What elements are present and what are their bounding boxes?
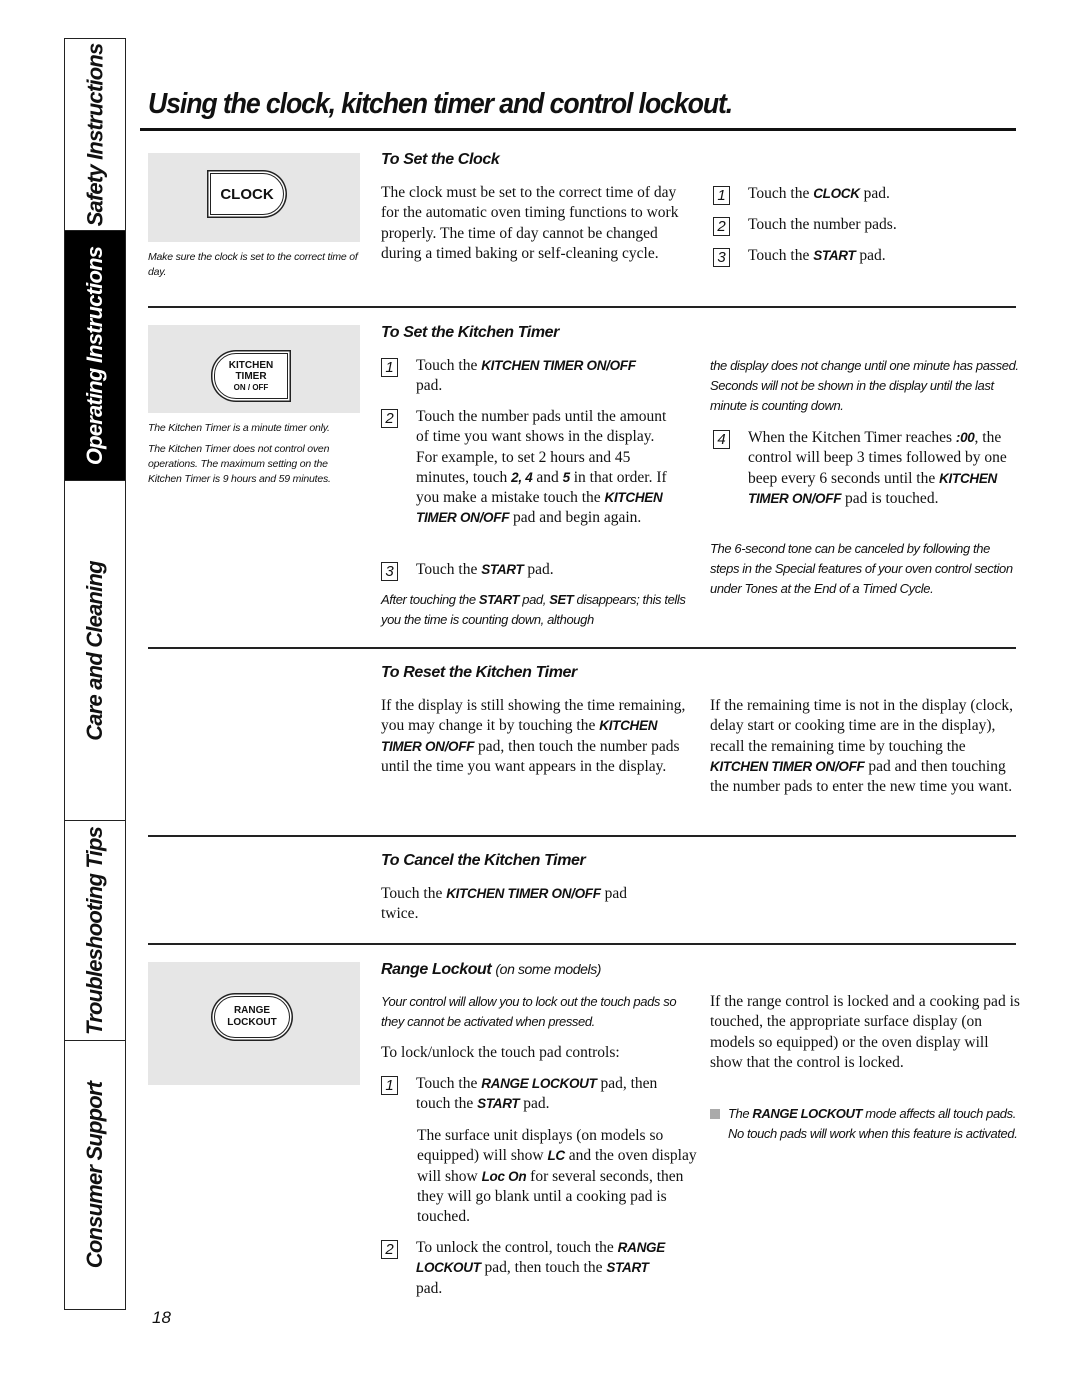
tab-care-and-cleaning[interactable]: Care and Cleaning [65,481,125,821]
step-number: 1 [381,358,398,377]
reset-timer-right: If the remaining time is not in the disp… [710,697,1014,796]
step-number: 3 [713,248,730,267]
clock-caption: Make sure the clock is set to the correc… [148,251,358,278]
reset-timer-heading: To Reset the Kitchen Timer [381,664,577,681]
step-number: 2 [381,1240,398,1259]
kitchen-timer-caption-1: The Kitchen Timer is a minute timer only… [148,422,330,434]
kitchen-timer-pad-icon: KITCHEN TIMER ON / OFF [214,353,288,399]
tone-note: The 6-second tone can be canceled by fol… [710,541,1013,596]
range-lockout-right-body: If the range control is locked and a coo… [710,993,1020,1071]
set-timer-step-3: 3 Touch the START pad. [381,560,681,581]
set-timer-step-1: 1 Touch the KITCHEN TIMER ON/OFF pad. [381,356,681,397]
step-number: 2 [381,409,398,428]
set-timer-note-part1: After touching the START pad, SET disapp… [381,592,686,627]
set-clock-step-1: 1 Touch the CLOCK pad. [713,184,1013,205]
step-number: 1 [381,1076,398,1095]
clock-pad-illustration: CLOCK [148,153,360,242]
set-timer-heading: To Set the Kitchen Timer [381,324,559,341]
range-lockout-step-1-detail: The surface unit displays (on models so … [417,1127,697,1226]
cancel-timer-body: Touch the KITCHEN TIMER ON/OFF pad twice… [381,885,627,923]
tab-operating-instructions[interactable]: Operating Instructions [65,231,125,481]
page-number: 18 [152,1308,171,1327]
title-rule [140,128,1016,131]
set-clock-step-2: 2 Touch the number pads. [713,215,1013,236]
kitchen-timer-pad-illustration: KITCHEN TIMER ON / OFF [148,325,360,413]
range-lockout-step-1: 1 Touch the RANGE LOCKOUT pad, then touc… [381,1074,691,1115]
step-number: 3 [381,562,398,581]
range-lockout-lead: To lock/unlock the touch pad controls: [381,1044,620,1061]
page-title: Using the clock, kitchen timer and contr… [148,88,733,120]
cancel-timer-heading: To Cancel the Kitchen Timer [381,852,586,869]
clock-pad-icon: CLOCK [210,173,284,215]
set-timer-step-4: 4 When the Kitchen Timer reaches :00, th… [713,428,1018,509]
range-lockout-step-2: 2 To unlock the control, touch the RANGE… [381,1238,691,1299]
step-number: 4 [713,430,730,449]
range-lockout-pad-icon: RANGE LOCKOUT [214,996,290,1038]
set-timer-note-part2: the display does not change until one mi… [710,358,1019,413]
tab-safety-instructions[interactable]: Safety Instructions [65,39,125,231]
step-number: 2 [713,217,730,236]
tab-troubleshooting-tips[interactable]: Troubleshooting Tips [65,821,125,1041]
range-lockout-pad-illustration: RANGE LOCKOUT [148,962,360,1085]
section-divider [148,835,1016,837]
range-lockout-intro: Your control will allow you to lock out … [381,994,677,1029]
tab-consumer-support[interactable]: Consumer Support [65,1041,125,1309]
section-tabs: Safety Instructions Operating Instructio… [64,38,126,1310]
section-divider [148,943,1016,945]
section-divider [148,647,1016,649]
range-lockout-bullet: The RANGE LOCKOUT mode affects all touch… [710,1104,1020,1144]
step-number: 1 [713,186,730,205]
set-clock-heading: To Set the Clock [381,151,500,168]
kitchen-timer-caption-2: The Kitchen Timer does not control oven … [148,443,331,485]
section-divider [148,306,1016,308]
range-lockout-heading: Range Lockout (on some models) [381,961,602,978]
reset-timer-left: If the display is still showing the time… [381,697,686,775]
set-clock-step-3: 3 Touch the START pad. [713,246,1013,267]
set-clock-body: The clock must be set to the correct tim… [381,184,679,262]
bullet-square-icon [710,1109,720,1119]
set-timer-step-2: 2 Touch the number pads until the amount… [381,407,681,529]
